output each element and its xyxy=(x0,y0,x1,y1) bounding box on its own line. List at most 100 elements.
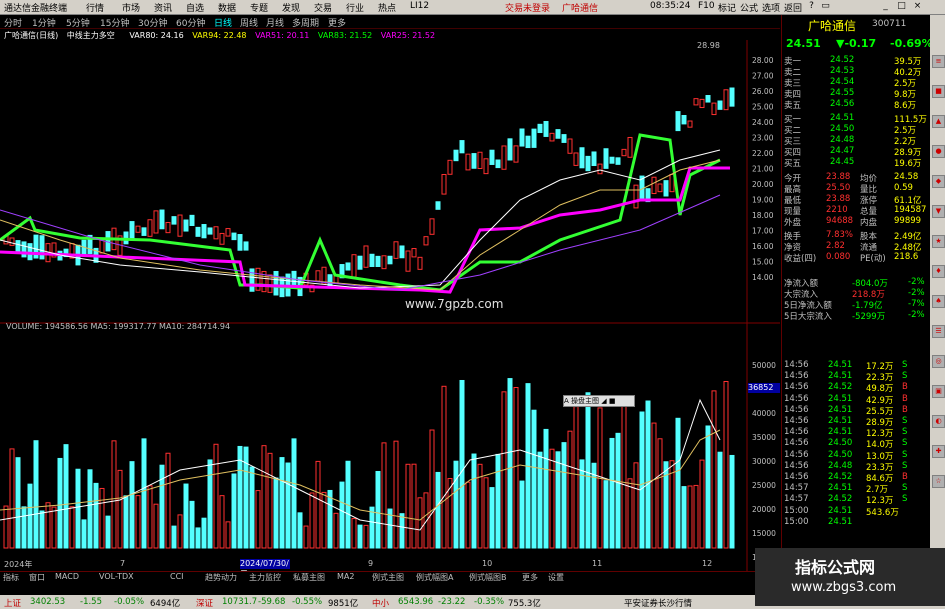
period-tab-5min[interactable]: 5分钟 xyxy=(66,16,90,29)
stat-row: 今开 23.88 均价 24.58 xyxy=(782,172,930,184)
indicator-tab[interactable]: 设置 xyxy=(548,572,564,583)
indicator-tab[interactable]: MACD xyxy=(55,572,79,581)
menu-item-quotes[interactable]: 行情 xyxy=(86,1,104,14)
indicator-tab[interactable]: 指标 xyxy=(3,572,19,583)
indicator-tab[interactable]: 窗口 xyxy=(29,572,45,583)
status-sz-amount: 9851亿 xyxy=(328,599,359,609)
indicator-tab[interactable]: 例式幅图B xyxy=(469,572,507,583)
side-tool-icon[interactable]: ◎ xyxy=(932,355,945,368)
watermark-banner: 指标公式网 www.zbgs3.com xyxy=(755,548,945,606)
indicator-tab[interactable]: 趋势动力 xyxy=(205,572,237,583)
quote-stock-name: 广哈通信 xyxy=(808,19,857,33)
volume-bar xyxy=(651,422,657,549)
side-tool-icon[interactable]: ≡ xyxy=(932,55,945,68)
indicator-tab[interactable]: 私募主图 xyxy=(293,572,325,583)
status-sz-label[interactable]: 深证 xyxy=(196,597,213,609)
period-tab-daily[interactable]: 日线 xyxy=(214,16,232,29)
indicator-tab[interactable]: 例式幅图A xyxy=(416,572,453,583)
candle xyxy=(543,121,549,137)
indicator-tab[interactable]: MA2 xyxy=(337,572,354,581)
menu-item-formula[interactable]: 公式 xyxy=(740,1,758,14)
menu-item-li12[interactable]: LI12 xyxy=(410,1,429,11)
side-tool-icon[interactable]: ✚ xyxy=(932,445,945,458)
side-tool-icon[interactable]: ◆ xyxy=(932,175,945,188)
side-tool-icon[interactable]: ☰ xyxy=(932,325,945,338)
chart-tooltip[interactable]: A 操盘主图 ◢ ■ xyxy=(563,395,635,407)
volume-bar xyxy=(225,521,231,549)
volume-bar xyxy=(543,428,549,549)
indicator-tab[interactable]: VOL-TDX xyxy=(99,572,134,581)
period-tab-1min[interactable]: 1分钟 xyxy=(32,16,56,29)
side-tool-icon[interactable]: ▲ xyxy=(932,115,945,128)
tick-row: 14:56 24.52 84.6万 B xyxy=(782,472,930,484)
indicator-tab[interactable]: 例式主图 xyxy=(372,572,404,583)
period-tab-monthly[interactable]: 月线 xyxy=(266,16,284,29)
period-tab-multi[interactable]: 多周期 xyxy=(292,16,319,29)
candle xyxy=(441,174,447,195)
stock-name-link[interactable]: 广哈通信 xyxy=(562,1,598,14)
menu-item-back[interactable]: 返回 xyxy=(784,1,802,14)
menu-item-news[interactable]: 资讯 xyxy=(154,1,172,14)
indicator-tab[interactable]: 更多 xyxy=(522,572,538,583)
date-label-9: 9 xyxy=(368,559,374,568)
period-tab-more[interactable]: 更多 xyxy=(328,16,346,29)
period-tab-30min[interactable]: 30分钟 xyxy=(138,16,167,29)
status-zx-label[interactable]: 中小 xyxy=(372,597,389,609)
menu-item-discover[interactable]: 发现 xyxy=(282,1,300,14)
period-tab-timeshare[interactable]: 分时 xyxy=(4,16,22,29)
volume-bar xyxy=(237,445,243,549)
menu-item-mark[interactable]: 标记 xyxy=(718,1,736,14)
candle xyxy=(537,123,543,134)
candle xyxy=(651,176,657,195)
volume-bar xyxy=(207,459,213,549)
side-tool-icon[interactable]: ● xyxy=(932,145,945,158)
menu-item-data[interactable]: 数据 xyxy=(218,1,236,14)
menu-item-hot[interactable]: 热点 xyxy=(378,1,396,14)
candle xyxy=(357,255,363,270)
indicator-tab[interactable]: CCI xyxy=(170,572,184,581)
status-sh-label[interactable]: 上证 xyxy=(4,597,21,609)
help-icon[interactable]: ? xyxy=(806,1,817,11)
period-tab-weekly[interactable]: 周线 xyxy=(240,16,258,29)
volume-axis-tick: 30000 xyxy=(752,457,776,466)
price-axis-tick: 25.00 xyxy=(752,103,774,112)
minimize-icon[interactable]: _ xyxy=(880,1,891,11)
candle xyxy=(387,255,393,265)
maximize-icon[interactable]: □ xyxy=(896,1,907,11)
menu-item-topic[interactable]: 专题 xyxy=(250,1,268,14)
period-tab-60min[interactable]: 60分钟 xyxy=(176,16,205,29)
status-broker[interactable]: 平安证券长沙行情 xyxy=(624,597,692,609)
side-tool-icon[interactable]: ☆ xyxy=(932,475,945,488)
menu-item-industry[interactable]: 行业 xyxy=(346,1,364,14)
restore-icon[interactable]: ▭ xyxy=(820,1,831,11)
tick-time: 14:56 xyxy=(784,449,809,460)
trade-login-link[interactable]: 交易未登录 xyxy=(505,1,550,14)
period-toolbar: 分时 1分钟 5分钟 15分钟 30分钟 60分钟 日线 周线 月线 多周期 更… xyxy=(0,15,780,29)
candle xyxy=(183,219,189,232)
side-tool-icon[interactable]: ◐ xyxy=(932,415,945,428)
quote-stock-code: 300711 xyxy=(872,19,907,29)
side-tool-icon[interactable]: ■ xyxy=(932,85,945,98)
side-tool-icon[interactable]: ♠ xyxy=(932,295,945,308)
volume-bar xyxy=(231,473,237,549)
menu-item-trade[interactable]: 交易 xyxy=(314,1,332,14)
tick-time: 14:56 xyxy=(784,427,809,438)
candle xyxy=(165,222,171,234)
menu-item-f10[interactable]: F10 xyxy=(698,1,715,11)
period-tab-15min[interactable]: 15分钟 xyxy=(100,16,129,29)
side-tool-icon[interactable]: ▣ xyxy=(932,385,945,398)
menu-item-options[interactable]: 选项 xyxy=(762,1,780,14)
side-tool-icon[interactable]: ▼ xyxy=(932,205,945,218)
stat-value: 7.83% xyxy=(826,230,854,240)
kline-chart[interactable]: 28.00 27.00 26.00 25.00 24.00 23.00 22.00 21.00… xyxy=(0,40,780,572)
menu-item-watchlist[interactable]: 自选 xyxy=(186,1,204,14)
tick-volume: 17.2万 xyxy=(866,362,894,372)
app-title: 通达信金融终端 xyxy=(4,4,68,14)
close-icon[interactable]: × xyxy=(912,1,923,11)
menu-item-market[interactable]: 市场 xyxy=(122,1,140,14)
tick-volume: 13.0万 xyxy=(866,451,894,462)
indicator-tab[interactable]: 主力监控 xyxy=(249,572,281,583)
side-tool-icon[interactable]: ★ xyxy=(932,235,945,248)
side-tool-icon[interactable]: ♦ xyxy=(932,265,945,278)
ask-price: 24.53 xyxy=(830,66,855,76)
